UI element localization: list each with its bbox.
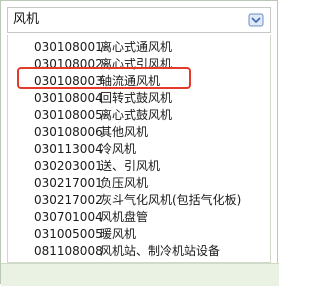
dropdown-panel: 风机 030108001离心式通风机 030108002离心式引风机 03010… [0, 0, 279, 286]
list-item[interactable]: 031005005暖风机 [34, 226, 136, 243]
item-name: 其他风机 [100, 125, 149, 139]
list-item[interactable]: 030108005离心式鼓风机 [34, 107, 172, 124]
item-name: 暖风机 [100, 227, 137, 241]
item-code: 030113004 [34, 142, 103, 156]
item-code: 081108008 [34, 244, 103, 258]
item-code: 030217001 [34, 176, 103, 190]
list-item[interactable]: 030203001送、引风机 [34, 158, 160, 175]
list-item[interactable]: 081108008风机站、制冷机站设备 [34, 243, 220, 260]
item-name: 回转式鼓风机 [100, 91, 173, 105]
list-item[interactable]: 030108001离心式通风机 [34, 39, 172, 56]
selection-highlight [17, 67, 191, 89]
list-item[interactable]: 030701004风机盘管 [34, 209, 148, 226]
item-name: 灰斗气化风机(包括气化板) [100, 193, 242, 207]
item-code: 030108004 [34, 91, 103, 105]
item-name: 离心式鼓风机 [100, 108, 173, 122]
dropdown-arrow-icon[interactable] [248, 12, 264, 28]
item-code: 030701004 [34, 210, 103, 224]
item-code: 030108001 [34, 40, 103, 54]
item-code: 030217002 [34, 193, 103, 207]
item-name: 离心式通风机 [100, 40, 173, 54]
item-name: 送、引风机 [100, 159, 161, 173]
item-name: 负压风机 [100, 176, 149, 190]
list-item[interactable]: 030113004冷风机 [34, 141, 136, 158]
list-item[interactable]: 030217001负压风机 [34, 175, 148, 192]
list-item[interactable]: 030108006其他风机 [34, 124, 148, 141]
item-code: 030203001 [34, 159, 103, 173]
footer-bar [1, 263, 279, 286]
item-name: 风机盘管 [100, 210, 149, 224]
list-item[interactable]: 030108004回转式鼓风机 [34, 90, 172, 107]
item-code: 030108006 [34, 125, 103, 139]
item-name: 冷风机 [100, 142, 137, 156]
item-code: 031005005 [34, 227, 103, 241]
search-input[interactable]: 风机 [7, 7, 271, 33]
search-input-value: 风机 [13, 12, 40, 27]
item-name: 风机站、制冷机站设备 [100, 244, 221, 258]
list-item[interactable]: 030217002灰斗气化风机(包括气化板) [34, 192, 241, 209]
item-code: 030108005 [34, 108, 103, 122]
